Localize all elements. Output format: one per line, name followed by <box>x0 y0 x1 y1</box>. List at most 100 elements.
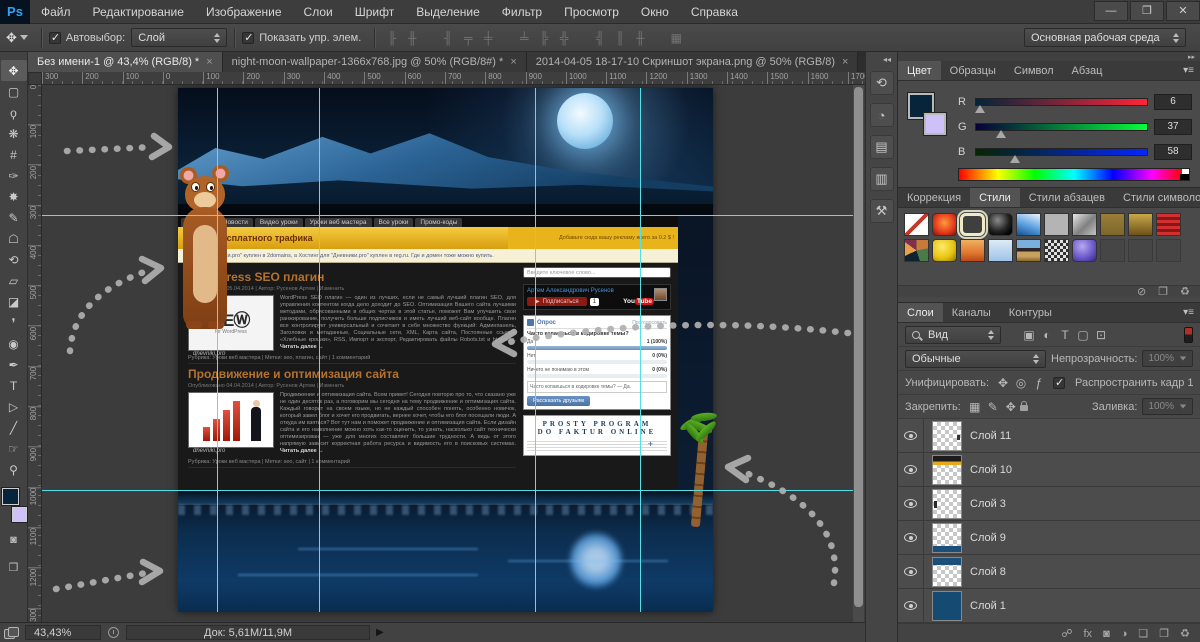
panel-tab[interactable]: Абзац <box>1063 61 1112 80</box>
horizontal-ruler[interactable]: 300 200 100 0 100 200 300 400 500 600 700 800 900 100… <box>42 72 865 85</box>
layer-filter-icon[interactable]: ⊡ <box>1092 328 1110 342</box>
foreground-color-swatch[interactable] <box>0 487 20 506</box>
menu-item[interactable]: Справка <box>680 0 749 24</box>
unify-icon[interactable]: ƒ <box>1030 376 1048 390</box>
visibility-toggle[interactable] <box>898 554 924 589</box>
slider-thumb[interactable] <box>1009 154 1020 163</box>
canvas-viewport[interactable]: ГлавнаяНовостиВидео урокиУроки веб масте… <box>42 85 865 622</box>
styles-panel-action-icon[interactable]: ⊘ <box>1137 286 1146 298</box>
workspace-corner-icon[interactable] <box>4 626 19 639</box>
panel-dock-button[interactable]: ▤ <box>869 135 894 159</box>
layer-filter-icon[interactable]: ▢ <box>1074 328 1092 342</box>
menu-item[interactable]: Файл <box>30 0 82 24</box>
color-value-field[interactable]: 58 <box>1154 143 1192 160</box>
workspace-select[interactable]: Основная рабочая среда <box>1024 28 1186 47</box>
menu-item[interactable]: Изображение <box>195 0 293 24</box>
menu-item[interactable]: Фильтр <box>491 0 553 24</box>
tool-button[interactable]: ✎ <box>1 207 27 228</box>
opacity-field[interactable]: 100% <box>1142 350 1193 367</box>
vertical-guide[interactable] <box>319 88 320 612</box>
layer-name[interactable]: Слой 3 <box>970 498 1006 510</box>
vertical-ruler[interactable]: 0 100 200 300 400 500 600 700 800 900 1000 1100 1200… <box>28 85 42 622</box>
style-swatch[interactable] <box>1016 213 1041 236</box>
tab-close-icon[interactable]: × <box>842 56 848 68</box>
menu-item[interactable]: Просмотр <box>553 0 630 24</box>
menu-item[interactable]: Редактирование <box>82 0 195 24</box>
canvas-document[interactable]: ГлавнаяНовостиВидео урокиУроки веб масте… <box>178 88 719 612</box>
panel-dock-button[interactable]: ◔ <box>869 103 894 127</box>
align-icon[interactable]: ╣ <box>590 31 610 45</box>
panel-tab[interactable]: Символ <box>1005 61 1063 80</box>
layer-thumbnail[interactable] <box>932 488 962 519</box>
color-value-field[interactable]: 6 <box>1154 93 1192 110</box>
tool-button[interactable]: ❜ <box>1 312 27 333</box>
layer-name[interactable]: Слой 1 <box>970 600 1006 612</box>
tool-button[interactable]: ❋ <box>1 123 27 144</box>
style-swatch[interactable] <box>932 239 957 262</box>
layer-row[interactable]: Слой 11 <box>898 418 1200 453</box>
visibility-toggle[interactable] <box>898 486 924 521</box>
menu-item[interactable]: Окно <box>630 0 680 24</box>
align-icon[interactable]: ╧ <box>514 31 534 45</box>
tool-button[interactable]: # <box>1 144 27 165</box>
restore-icon[interactable]: ❐ <box>1130 0 1164 21</box>
panel-tab[interactable]: Цвет <box>898 61 941 80</box>
styles-panel-action-icon[interactable]: ❐ <box>1158 286 1168 298</box>
zoom-level-field[interactable]: 43,43% <box>25 625 101 640</box>
tool-button[interactable]: ⟲ <box>1 249 27 270</box>
panel-tab[interactable]: Образцы <box>941 61 1005 80</box>
style-swatch[interactable] <box>904 213 929 236</box>
tool-button[interactable]: ϙ <box>1 102 27 123</box>
style-swatch[interactable] <box>1128 213 1153 236</box>
visibility-toggle[interactable] <box>898 520 924 555</box>
horizontal-guide[interactable] <box>42 215 855 216</box>
tool-button[interactable]: ✥ <box>0 60 27 81</box>
filter-toggle-switch[interactable] <box>1184 326 1193 343</box>
layers-panel-action-icon[interactable]: ◙ <box>1103 628 1110 640</box>
align-icon[interactable]: ▦ <box>666 31 686 45</box>
slider-thumb[interactable] <box>995 129 1006 138</box>
tool-button[interactable]: ✒ <box>1 354 27 375</box>
align-icon[interactable]: ╪ <box>478 31 498 45</box>
autoselect-checkbox[interactable] <box>48 31 61 44</box>
layers-panel-action-icon[interactable]: ❏ <box>1138 627 1148 640</box>
panel-tab[interactable]: Слои <box>898 303 943 322</box>
style-swatch[interactable] <box>1044 213 1069 236</box>
fill-field[interactable]: 100% <box>1142 398 1193 415</box>
color-slider-track[interactable] <box>975 97 1148 113</box>
style-swatch[interactable] <box>1156 239 1181 262</box>
tool-button[interactable]: ▱ <box>1 270 27 291</box>
minimize-icon[interactable]: — <box>1094 0 1128 21</box>
document-tab[interactable]: night-moon-wallpaper-1366x768.jpg @ 50% … <box>222 52 527 72</box>
vertical-guide[interactable] <box>217 88 218 612</box>
layer-filter-icon[interactable]: ▣ <box>1020 328 1038 342</box>
style-swatch[interactable] <box>904 239 929 262</box>
expand-panels-icon[interactable]: ◂◂ <box>877 52 897 67</box>
layers-panel-action-icon[interactable]: fx <box>1084 628 1093 640</box>
layers-panel-action-icon[interactable]: ◑ <box>1121 628 1128 640</box>
style-swatch[interactable] <box>1016 239 1041 262</box>
style-swatch[interactable] <box>1100 239 1125 262</box>
vertical-guide[interactable] <box>535 88 536 612</box>
layer-name[interactable]: Слой 10 <box>970 464 1012 476</box>
visibility-toggle[interactable] <box>898 418 924 453</box>
style-swatch[interactable] <box>1156 213 1181 236</box>
tool-button[interactable]: ▷ <box>1 396 27 417</box>
tool-button[interactable]: ☞ <box>1 438 27 459</box>
tool-button[interactable]: ✸ <box>1 186 27 207</box>
vertical-scrollbar[interactable] <box>853 85 864 622</box>
layer-thumbnail[interactable] <box>932 420 962 451</box>
layers-panel-action-icon[interactable]: ☍ <box>1061 627 1072 640</box>
style-swatch[interactable] <box>960 239 985 262</box>
panel-tab[interactable]: Стили символов <box>1114 188 1200 207</box>
status-expand-icon[interactable]: ▶ <box>376 627 384 638</box>
align-icon[interactable]: ╢ <box>438 31 458 45</box>
style-swatch[interactable] <box>988 239 1013 262</box>
panel-dock-button[interactable]: ⟲ <box>869 71 894 95</box>
background-color-swatch[interactable] <box>923 112 947 136</box>
panel-tab[interactable]: Стили <box>970 188 1020 207</box>
layer-name[interactable]: Слой 11 <box>970 430 1011 442</box>
align-icon[interactable]: ╠ <box>534 31 554 45</box>
layer-thumbnail[interactable] <box>932 590 962 621</box>
tool-button[interactable]: ▢ <box>1 81 27 102</box>
